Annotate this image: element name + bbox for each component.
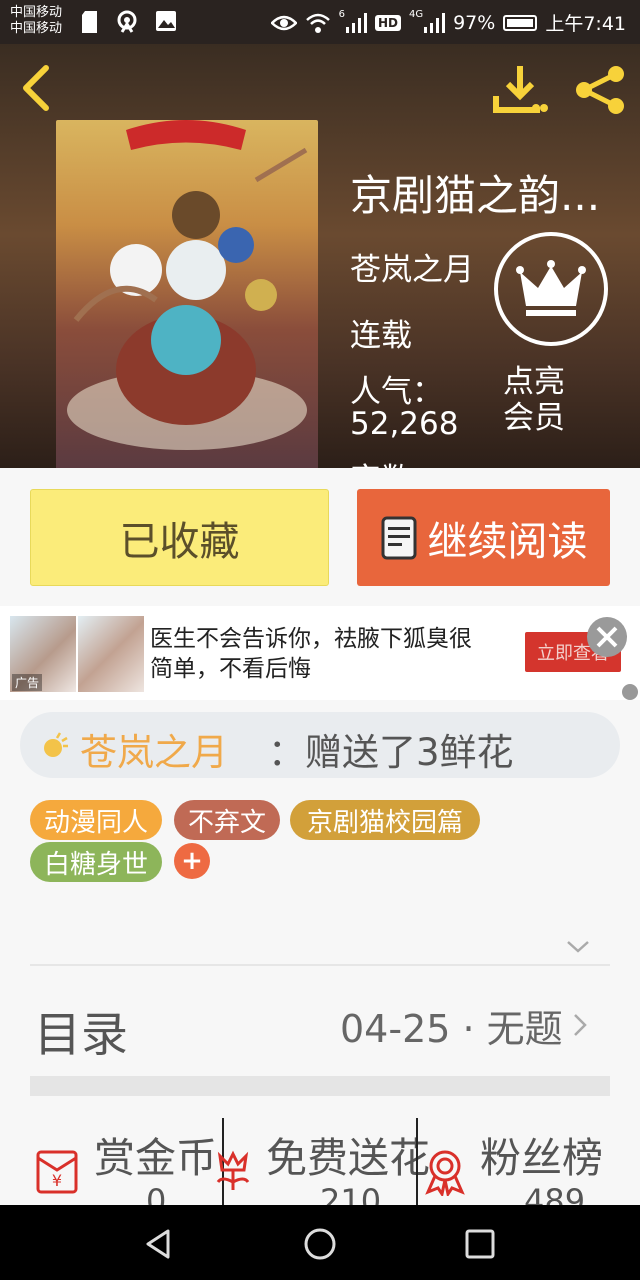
red-envelope-icon: ¥: [36, 1150, 78, 1194]
signal-icon-2: [424, 12, 446, 33]
section-separator: [30, 1076, 610, 1096]
continue-reading-label: 继续阅读: [427, 518, 588, 565]
book-title: 京剧猫之韵...: [350, 171, 601, 220]
stat-flower-label[interactable]: 免费送花: [266, 1124, 430, 1184]
ad-text: 医生不会告诉你，祛腋下狐臭很简单，不看后悔: [150, 626, 472, 682]
carrier-2: 中国移动: [10, 21, 63, 36]
tag-4[interactable]: 白糖身世: [30, 842, 162, 882]
collected-button[interactable]: 已收藏: [30, 489, 329, 586]
clock: 上午7:41: [545, 13, 626, 35]
nav-home-icon[interactable]: [303, 1227, 337, 1261]
ad-close-button[interactable]: [587, 617, 627, 657]
system-nav-bar: [0, 1205, 640, 1280]
battery-icon: [503, 14, 538, 31]
ad-image-2: [78, 616, 144, 692]
gift-notice: 苍岚之月 ：赠送了3鲜花: [20, 712, 620, 778]
nav-back-icon[interactable]: [142, 1227, 176, 1261]
book-status: 连载: [350, 318, 412, 354]
hotspot-icon: [117, 10, 137, 33]
status-right: 6 HD 4G 97% 上午7:41: [270, 9, 626, 36]
tag-3[interactable]: 京剧猫校园篇: [290, 800, 480, 840]
gift-text: ：赠送了3鲜花: [268, 731, 514, 774]
ad-info-icon[interactable]: [622, 684, 638, 700]
book-cover[interactable]: [56, 120, 318, 468]
sd-card-icon: [82, 11, 97, 33]
member-label[interactable]: 点亮会员: [503, 364, 583, 436]
continue-reading-button[interactable]: 继续阅读: [357, 489, 610, 586]
gallery-icon: [156, 11, 176, 31]
gift-sparkle-icon: [44, 732, 68, 757]
network-type-2: 4G: [408, 9, 424, 20]
close-icon: [596, 626, 618, 648]
book-author[interactable]: 苍岚之月: [350, 244, 474, 289]
tag-label: 不弃文: [187, 807, 266, 838]
crown-icon: [516, 260, 586, 316]
word-count-label: 字数: [350, 454, 412, 468]
tag-2[interactable]: 不弃文: [174, 800, 280, 840]
share-icon[interactable]: [572, 62, 628, 118]
medal-icon: [425, 1150, 465, 1196]
wifi-icon: [305, 13, 330, 33]
ad-tag: 广告: [12, 674, 43, 691]
carrier-labels: 中国移动 中国移动: [10, 5, 62, 37]
member-button[interactable]: [494, 232, 608, 346]
battery-percent: 97%: [453, 11, 496, 34]
cover-illustration: [67, 120, 308, 450]
latest-chapter[interactable]: 04-25 · 无题: [340, 998, 563, 1053]
hd-badge: HD: [374, 14, 401, 31]
popularity-value: 52,268: [350, 406, 459, 442]
stat-fans-label[interactable]: 粉丝榜: [480, 1124, 603, 1184]
book-header: 京剧猫之韵... 苍岚之月 连载 人气： 52,268 字数 点亮会员: [0, 44, 640, 468]
gift-user[interactable]: 苍岚之月: [80, 722, 228, 776]
carrier-1: 中国移动: [10, 5, 63, 20]
tag-label: 京剧猫校园篇: [306, 807, 463, 838]
book-icon: [381, 516, 416, 559]
status-bar: 中国移动 中国移动 6 HD 4G 97% 上午7:41: [0, 0, 640, 44]
download-icon[interactable]: [490, 62, 550, 118]
stat-divider-2: [416, 1118, 418, 1206]
tag-label: 白糖身世: [43, 849, 148, 880]
nav-recents-icon[interactable]: [463, 1227, 497, 1261]
chevron-right-icon[interactable]: [572, 1012, 588, 1038]
popularity-label: 人气：: [350, 374, 443, 410]
tag-1[interactable]: 动漫同人: [30, 800, 162, 840]
svg-text:¥: ¥: [52, 1171, 62, 1190]
divider: [30, 964, 610, 966]
tag-label: 动漫同人: [43, 807, 148, 838]
back-arrow-icon[interactable]: [18, 62, 62, 114]
network-type-1: 6: [338, 9, 345, 20]
expand-chevron-icon[interactable]: [566, 940, 590, 954]
signal-icon-1: [345, 12, 367, 33]
stat-coin-label[interactable]: 赏金币: [94, 1124, 217, 1184]
flower-icon: [216, 1150, 250, 1190]
catalog-label[interactable]: 目录: [34, 996, 128, 1065]
add-tag-button[interactable]: +: [174, 843, 210, 879]
eye-icon: [270, 15, 297, 30]
